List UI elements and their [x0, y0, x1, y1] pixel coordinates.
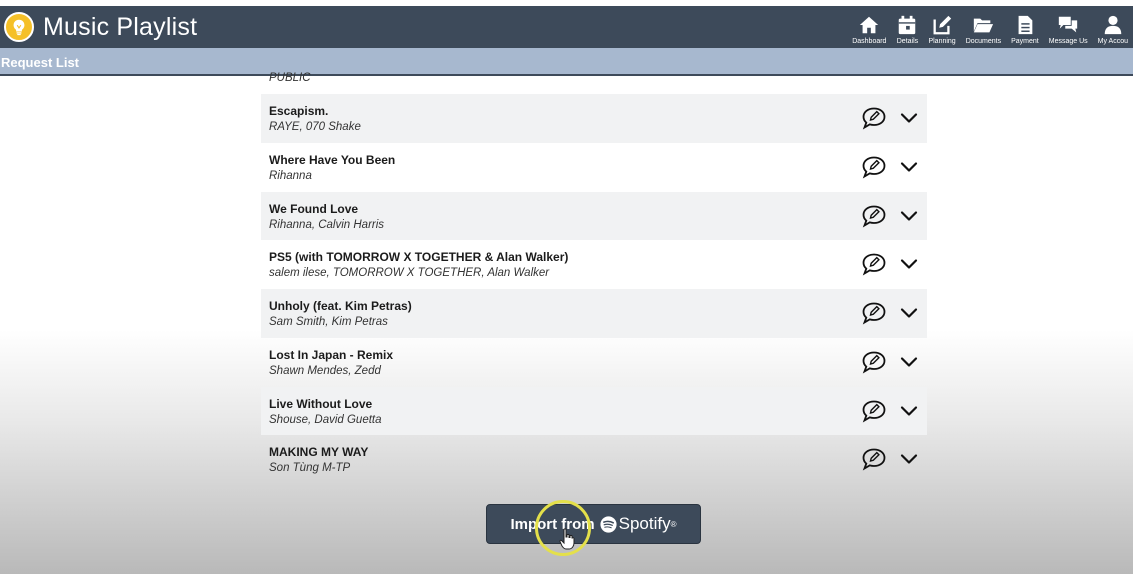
song-title: PS5 (with TOMORROW X TOGETHER & Alan Wal… [269, 250, 569, 265]
comment-edit-icon[interactable] [861, 399, 887, 423]
app-title: Music Playlist [43, 12, 198, 41]
table-row: MAKING MY WAY Son Tùng M-TP [261, 435, 927, 484]
table-row: Escapism. RAYE, 070 Shake [261, 94, 927, 143]
chevron-down-icon[interactable] [899, 254, 919, 274]
song-artist: PUBLIC [269, 72, 311, 84]
nav-documents[interactable]: Documents [961, 6, 1006, 48]
chevron-down-icon[interactable] [899, 303, 919, 323]
row-actions [861, 155, 919, 179]
song-artist: Sam Smith, Kim Petras [269, 316, 388, 328]
song-title: Where Have You Been [269, 152, 396, 167]
spotify-logo-icon [600, 515, 617, 533]
song-title: MAKING MY WAY [269, 445, 369, 460]
comment-edit-icon[interactable] [861, 301, 887, 325]
document-icon [1018, 15, 1033, 35]
chevron-down-icon[interactable] [899, 108, 919, 128]
calendar-icon [899, 15, 916, 35]
table-row: We Found Love Rihanna, Calvin Harris [261, 191, 927, 241]
user-icon [1104, 15, 1122, 35]
table-row: Unholy (feat. Kim Petras) Sam Smith, Kim … [261, 289, 927, 338]
song-artist: Shawn Mendes, Zedd [269, 364, 381, 377]
chevron-down-icon[interactable] [899, 157, 919, 177]
request-list-label: Request List [1, 55, 80, 70]
nav-message-us[interactable]: Message Us [1044, 6, 1093, 48]
lightbulb-logo-icon [4, 12, 34, 42]
table-row: Where Have You Been Rihanna [261, 143, 927, 192]
nav-dashboard[interactable]: Dashboard [847, 6, 891, 48]
song-artist: Shouse, David Guetta [269, 413, 382, 426]
list-item: PUBLIC [261, 63, 927, 94]
nav-label: Details [896, 38, 919, 45]
row-actions [861, 204, 919, 228]
nav-label: Documents [965, 38, 1002, 45]
song-artist: RAYE, 070 Shake [269, 121, 361, 133]
comment-edit-icon[interactable] [861, 155, 887, 179]
song-artist: Rihanna, Calvin Harris [269, 218, 385, 231]
chevron-down-icon[interactable] [899, 401, 919, 421]
row-actions [861, 350, 919, 374]
table-row: Live Without Love Shouse, David Guetta [261, 386, 927, 436]
nav-label: Message Us [1048, 38, 1088, 45]
nav-payment[interactable]: Payment [1006, 6, 1044, 48]
song-title: Live Without Love [269, 396, 373, 411]
song-artist: salem ilese, TOMORROW X TOGETHER, Alan W… [269, 267, 550, 280]
nav-label: Payment [1011, 38, 1039, 45]
song-list: PUBLIC Escapism. RAYE, 070 Shake Where Hav… [261, 63, 927, 484]
spotify-label: Spotify [618, 514, 671, 533]
folder-icon [974, 18, 994, 33]
nav-my-account[interactable]: My Accou [1093, 6, 1133, 48]
song-artist: Son Tùng M-TP [269, 462, 351, 475]
home-icon [860, 16, 879, 34]
chevron-down-icon[interactable] [899, 352, 919, 372]
song-artist: Rihanna [269, 169, 312, 182]
row-actions [861, 399, 919, 423]
comment-edit-icon[interactable] [861, 204, 887, 228]
top-nav: Dashboard Details Planning Documents Pay… [847, 6, 1133, 48]
song-title: We Found Love [269, 201, 359, 216]
row-actions [861, 106, 919, 130]
nav-label: Dashboard [852, 38, 887, 45]
table-row: Lost In Japan - Remix Shawn Mendes, Zedd [261, 338, 927, 387]
song-title: Lost In Japan - Remix [269, 347, 394, 362]
chat-icon [1059, 16, 1078, 33]
song-title: Escapism. [269, 104, 329, 118]
row-actions [861, 447, 919, 471]
nav-details[interactable]: Details [891, 6, 923, 48]
registered-mark: ® [670, 519, 677, 529]
app-header: Music Playlist Dashboard Details Plannin… [0, 6, 1133, 48]
row-actions [861, 301, 919, 325]
nav-label: Planning [928, 38, 956, 45]
comment-edit-icon[interactable] [861, 447, 887, 471]
song-title: Unholy (feat. Kim Petras) [269, 299, 412, 313]
nav-label: My Accou [1097, 38, 1128, 45]
chevron-down-icon[interactable] [899, 206, 919, 226]
hand-cursor-icon [559, 528, 575, 550]
table-row: PS5 (with TOMORROW X TOGETHER & Alan Wal… [261, 240, 927, 289]
comment-edit-icon[interactable] [861, 350, 887, 374]
nav-planning[interactable]: Planning [923, 6, 960, 48]
comment-edit-icon[interactable] [861, 252, 887, 276]
import-from-spotify-button[interactable]: Import from Spotify ® [486, 504, 701, 544]
chevron-down-icon[interactable] [899, 449, 919, 469]
edit-icon [933, 15, 952, 35]
comment-edit-icon[interactable] [861, 106, 887, 130]
row-actions [861, 252, 919, 276]
